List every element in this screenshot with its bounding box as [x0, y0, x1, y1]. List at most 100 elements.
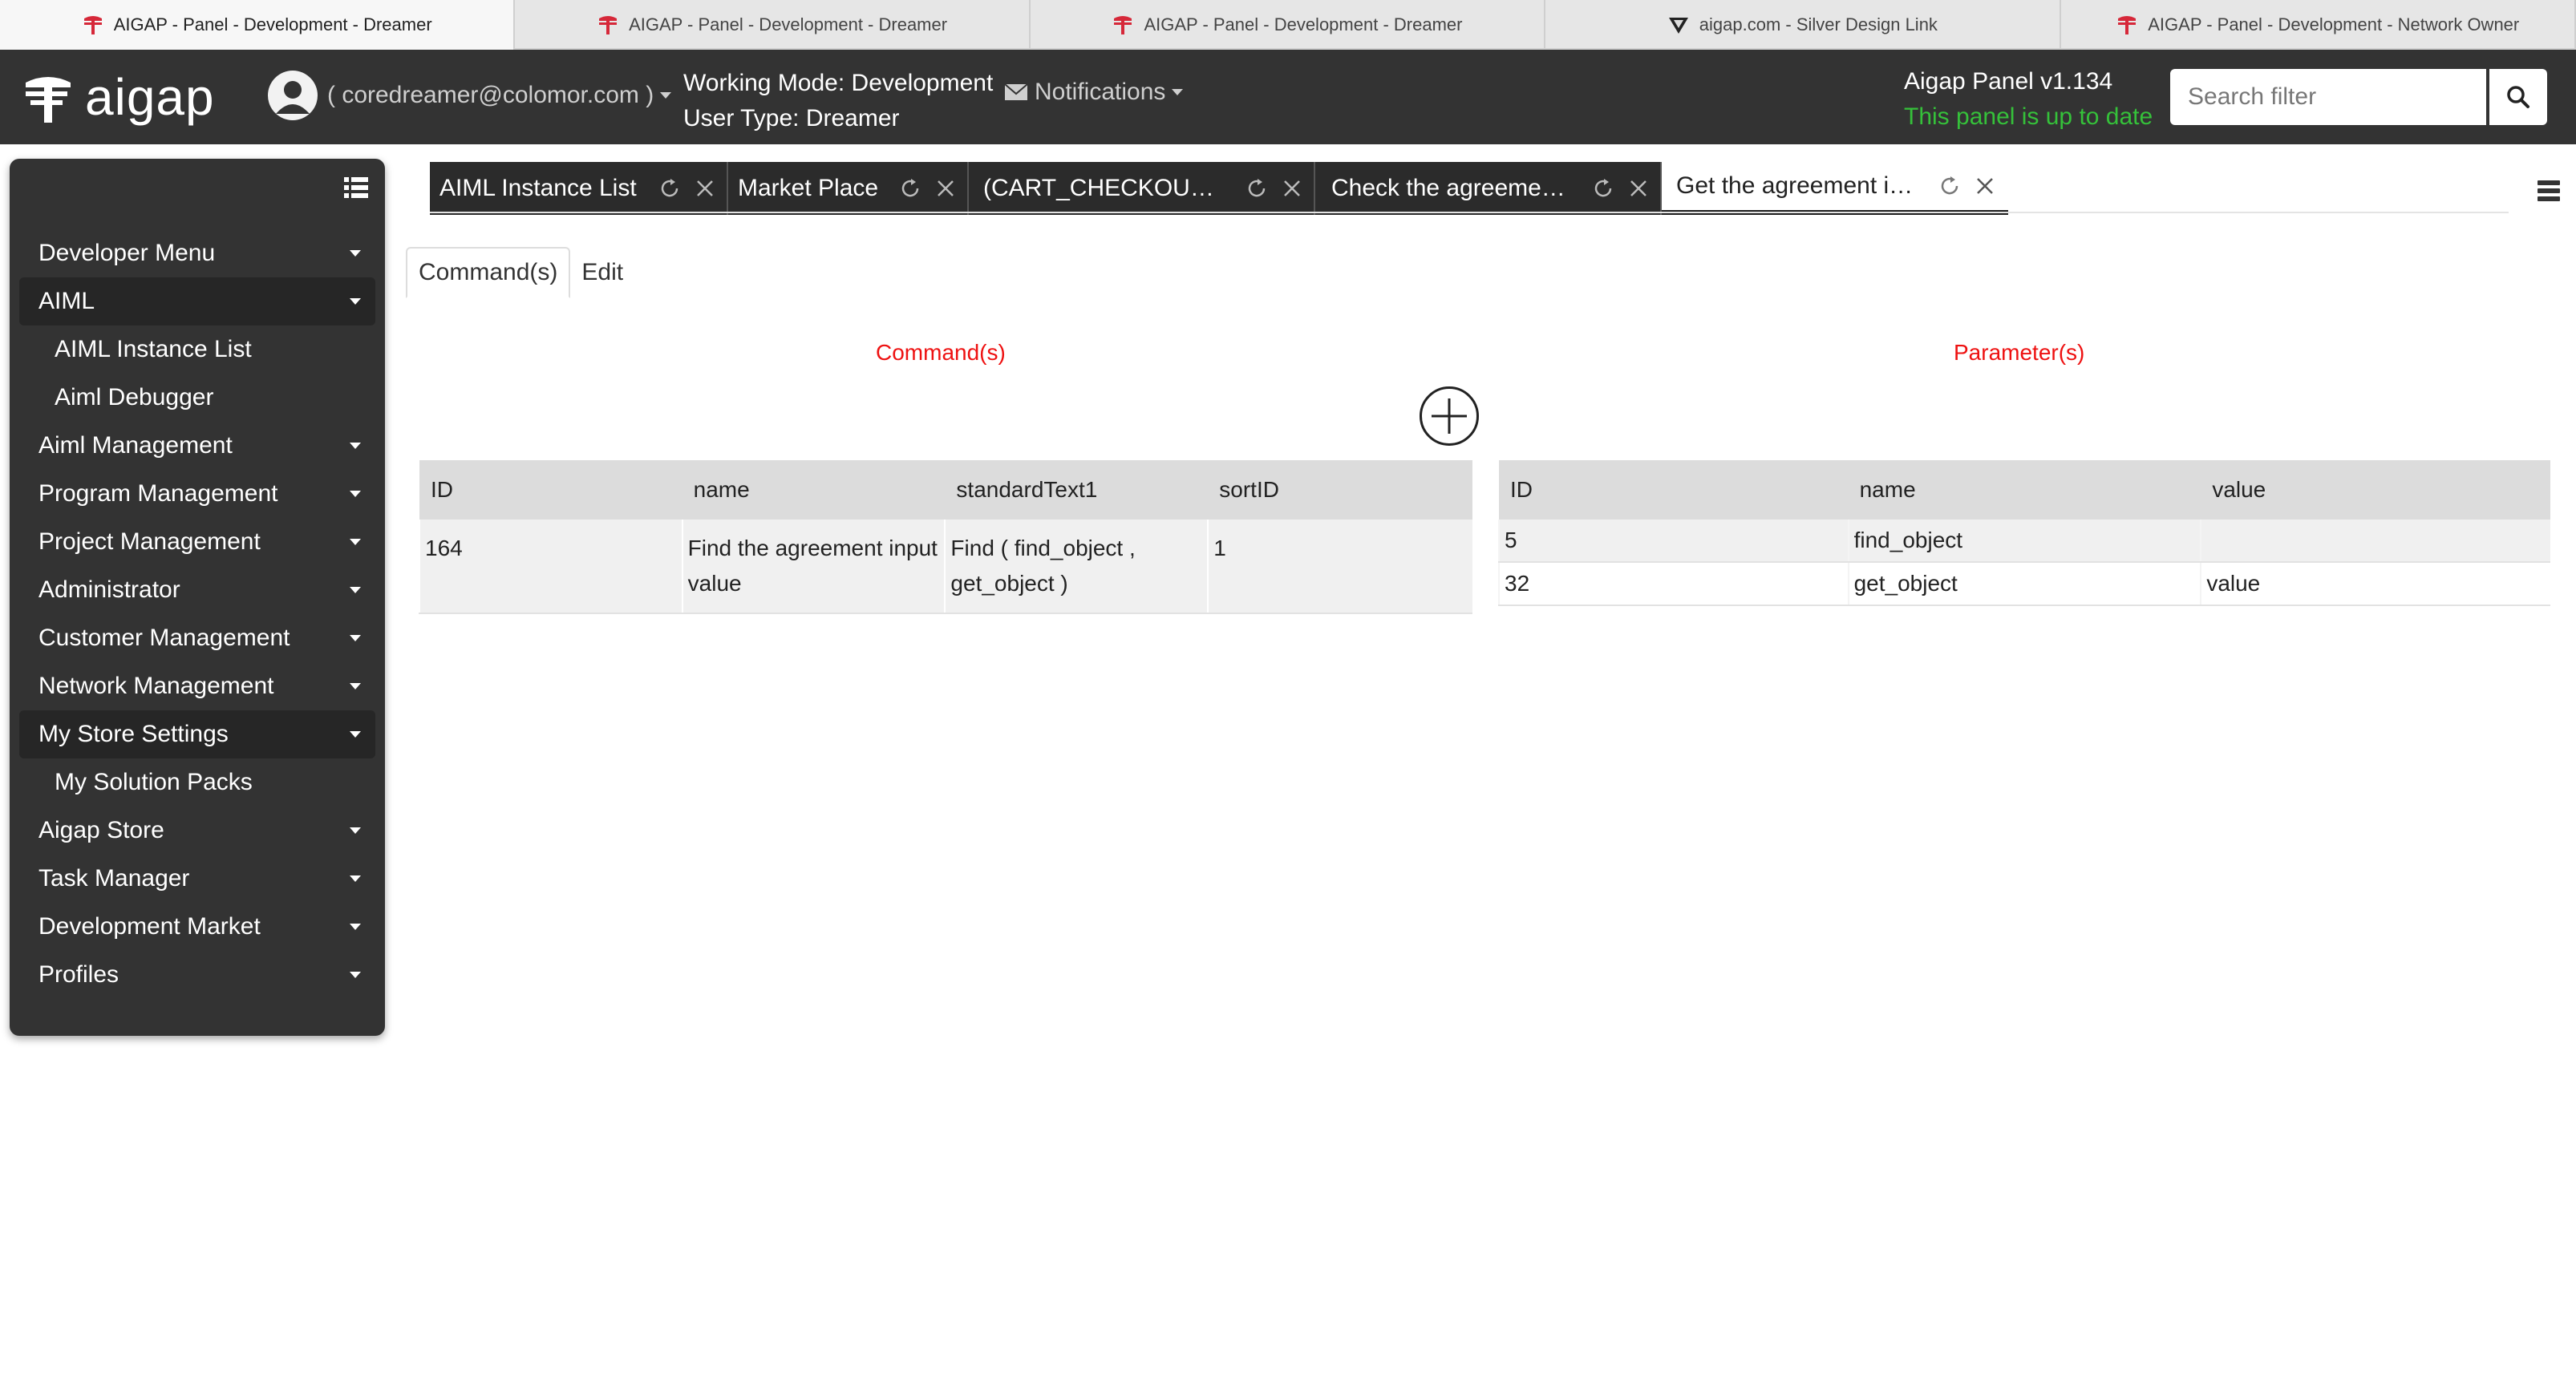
sidebar-item-project-management[interactable]: Project Management: [19, 518, 375, 566]
caret-down-icon: [350, 972, 361, 978]
cell-id: 164: [419, 520, 682, 614]
subtab-commands[interactable]: Command(s): [406, 247, 571, 298]
tab-label: AIML Instance List: [439, 175, 637, 201]
sidebar-item-developer-menu[interactable]: Developer Menu: [19, 229, 375, 277]
browser-tab-strip: AIGAP - Panel - Development - Dreamer AI…: [0, 0, 2576, 50]
sidebar-item-label: Project Management: [38, 528, 261, 555]
column-header-id[interactable]: ID: [1499, 460, 1849, 520]
caret-down-icon: [350, 683, 361, 689]
refresh-icon[interactable]: [1591, 176, 1615, 200]
column-header-name[interactable]: name: [1848, 460, 2201, 520]
avatar: [268, 71, 318, 120]
cell-id: 32: [1498, 562, 1849, 606]
chevron-down-icon: [660, 92, 672, 99]
column-header-sortid[interactable]: sortID: [1208, 460, 1472, 520]
search-icon: [2507, 86, 2529, 108]
column-header-standardtext1[interactable]: standardText1: [945, 460, 1209, 520]
caret-down-icon: [350, 443, 361, 449]
close-icon[interactable]: [1280, 176, 1304, 200]
tab-divider: [430, 212, 2509, 213]
aigap-icon: [83, 16, 102, 34]
sub-tabs: Command(s) Edit: [406, 247, 634, 298]
logo-text: aigap: [85, 68, 215, 126]
aigap-logo-icon: [26, 77, 71, 123]
version-label: Aigap Panel v1.134: [1904, 68, 2113, 95]
sidebar-item-label: Program Management: [38, 480, 278, 507]
sidebar-item-my-store-settings[interactable]: My Store Settings: [19, 710, 375, 758]
notifications-menu[interactable]: Notifications: [1004, 79, 1184, 106]
sidebar-item-network-management[interactable]: Network Management: [19, 662, 375, 710]
tab-label: Check the agreeme…: [1331, 175, 1565, 201]
app-header: aigap ( coredreamer@colomor.com ) Workin…: [0, 50, 2576, 144]
sidebar-item-task-manager[interactable]: Task Manager: [19, 855, 375, 903]
sidebar-item-label: My Solution Packs: [55, 769, 253, 795]
refresh-icon[interactable]: [898, 176, 922, 200]
sidebar-item-aiml-debugger[interactable]: Aiml Debugger: [19, 374, 375, 422]
aigap-icon: [599, 16, 618, 34]
tab-check-agreement[interactable]: Check the agreeme…: [1315, 162, 1662, 215]
browser-tab-2[interactable]: AIGAP - Panel - Development - Dreamer: [515, 0, 1031, 50]
sidebar-item-aiml[interactable]: AIML: [19, 277, 375, 326]
tab-aiml-instance-list[interactable]: AIML Instance List: [430, 162, 728, 215]
commands-table: ID name standardText1 sortID 164 Find th…: [419, 460, 1472, 614]
close-icon[interactable]: [1626, 176, 1651, 200]
sidebar-item-aigap-store[interactable]: Aigap Store: [19, 807, 375, 855]
sidebar-item-label: Administrator: [38, 576, 180, 603]
table-row[interactable]: 5 find_object: [1498, 520, 2550, 563]
close-icon[interactable]: [693, 176, 717, 200]
sidebar-item-aiml-instance-list[interactable]: AIML Instance List: [19, 326, 375, 374]
search-input[interactable]: [2170, 69, 2486, 125]
sidebar-item-label: Aiml Debugger: [55, 384, 214, 410]
browser-tab-title: AIGAP - Panel - Development - Network Ow…: [2148, 14, 2520, 34]
column-header-value[interactable]: value: [2201, 460, 2550, 520]
sidebar-item-aiml-management[interactable]: Aiml Management: [19, 422, 375, 470]
column-header-id[interactable]: ID: [419, 460, 682, 520]
close-icon[interactable]: [1973, 174, 1997, 198]
plus-icon: [1432, 398, 1467, 434]
browser-tab-4[interactable]: aigap.com - Silver Design Link: [1545, 0, 2061, 50]
tab-get-agreement[interactable]: Get the agreement i…: [1662, 162, 2008, 215]
sidebar-item-label: Customer Management: [38, 625, 290, 651]
sidebar-item-development-market[interactable]: Development Market: [19, 903, 375, 951]
tab-cart-checkout[interactable]: (CART_CHECKOU…: [969, 162, 1315, 215]
browser-tab-title: AIGAP - Panel - Development - Dreamer: [1144, 14, 1463, 34]
add-button[interactable]: [1420, 386, 1479, 446]
aigap-icon: [1114, 16, 1132, 34]
caret-down-icon: [350, 250, 361, 257]
caret-down-icon: [350, 731, 361, 738]
caret-down-icon: [350, 875, 361, 882]
list-menu-icon[interactable]: [2536, 178, 2562, 204]
parameters-title: Parameter(s): [1954, 340, 2085, 365]
browser-tab-1[interactable]: AIGAP - Panel - Development - Dreamer: [0, 0, 516, 50]
user-menu[interactable]: ( coredreamer@colomor.com ): [268, 71, 672, 120]
close-icon[interactable]: [934, 176, 958, 200]
refresh-icon[interactable]: [1245, 176, 1269, 200]
aigap-logo[interactable]: aigap: [22, 67, 215, 127]
tab-label: Market Place: [738, 175, 879, 201]
sidebar-item-profiles[interactable]: Profiles: [19, 951, 375, 999]
refresh-icon[interactable]: [1938, 174, 1962, 198]
sidebar-menu: Developer Menu AIML AIML Instance List A…: [19, 229, 375, 999]
search-button[interactable]: [2489, 69, 2547, 125]
refresh-icon[interactable]: [658, 176, 682, 200]
sidebar-item-my-solution-packs[interactable]: My Solution Packs: [19, 758, 375, 807]
tab-label: Get the agreement i…: [1676, 172, 1914, 199]
table-row[interactable]: 164 Find the agreement input value Find …: [419, 520, 1472, 614]
caret-down-icon: [350, 827, 361, 834]
browser-tab-3[interactable]: AIGAP - Panel - Development - Dreamer: [1031, 0, 1546, 50]
cell-name: find_object: [1847, 520, 2201, 563]
caret-down-icon: [350, 298, 361, 305]
status-text: This panel is up to date: [1904, 103, 2153, 130]
list-icon[interactable]: [343, 175, 369, 200]
sidebar-item-program-management[interactable]: Program Management: [19, 470, 375, 518]
user-avatar-icon: [269, 72, 316, 119]
sidebar-item-administrator[interactable]: Administrator: [19, 566, 375, 614]
tab-market-place[interactable]: Market Place: [728, 162, 969, 215]
subtab-edit[interactable]: Edit: [570, 247, 634, 298]
column-header-name[interactable]: name: [682, 460, 946, 520]
sidebar-item-label: My Store Settings: [38, 721, 229, 747]
browser-tab-5[interactable]: AIGAP - Panel - Development - Network Ow…: [2061, 0, 2576, 50]
table-row[interactable]: 32 get_object value: [1498, 562, 2550, 606]
sidebar-item-customer-management[interactable]: Customer Management: [19, 614, 375, 662]
sidebar-item-label: Development Market: [38, 913, 261, 940]
